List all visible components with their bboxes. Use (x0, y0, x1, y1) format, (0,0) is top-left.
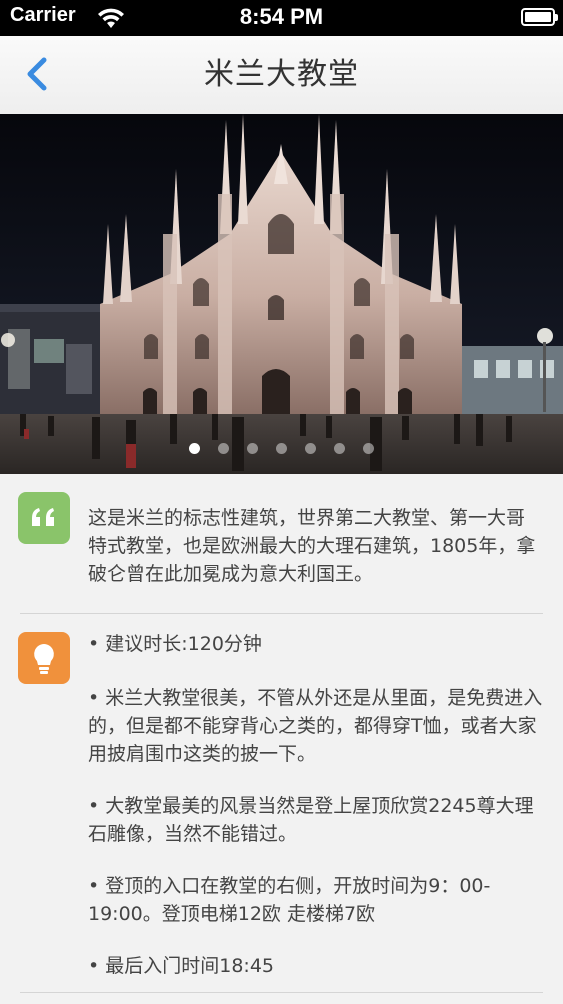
page-title: 米兰大教堂 (204, 57, 359, 92)
tip-item: • 登顶的入口在教堂的右侧，开放时间为9：00-19:00。登顶电梯12欧 走楼… (88, 875, 491, 925)
page-dot[interactable] (218, 443, 229, 454)
page-dot[interactable] (189, 443, 200, 454)
description-section: 这是米兰的标志性建筑，世界第二大教堂、第一大哥特式教堂，也是欧洲最大的大理石建筑… (0, 474, 563, 613)
navigation-bar: 米兰大教堂 (0, 36, 563, 115)
tips-list: • 建议时长:120分钟 • 米兰大教堂很美，不管从外还是从里面，是免费进入的，… (88, 630, 543, 1004)
milan-cathedral-photo (0, 114, 563, 474)
battery-icon (521, 8, 558, 26)
description-text: 这是米兰的标志性建筑，世界第二大教堂、第一大哥特式教堂，也是欧洲最大的大理石建筑… (88, 507, 536, 585)
page-dot[interactable] (276, 443, 287, 454)
status-time: 8:54 PM (239, 4, 324, 29)
page-dot[interactable] (305, 443, 316, 454)
tip-item: • 大教堂最美的风景当然是登上屋顶欣赏2245尊大理石雕像，当然不能错过。 (88, 795, 534, 845)
carousel-page-indicator[interactable] (0, 443, 563, 454)
tip-item: • 最后入门时间18:45 (88, 955, 275, 977)
chevron-left-icon (27, 57, 47, 91)
quote-icon (18, 492, 70, 544)
page-dot[interactable] (363, 443, 374, 454)
page-dot[interactable] (247, 443, 258, 454)
tips-section: • 建议时长:120分钟 • 米兰大教堂很美，不管从外还是从里面，是免费进入的，… (0, 614, 563, 992)
tip-item: • 米兰大教堂很美，不管从外还是从里面，是免费进入的，但是都不能穿背心之类的，都… (88, 687, 543, 765)
back-button[interactable] (18, 52, 62, 96)
divider (20, 992, 543, 993)
tip-item: • 建议时长:120分钟 (88, 633, 262, 655)
status-bar: Carrier 8:54 PM (0, 0, 563, 36)
page-dot[interactable] (334, 443, 345, 454)
hero-carousel[interactable] (0, 114, 563, 474)
lightbulb-icon (18, 632, 70, 684)
